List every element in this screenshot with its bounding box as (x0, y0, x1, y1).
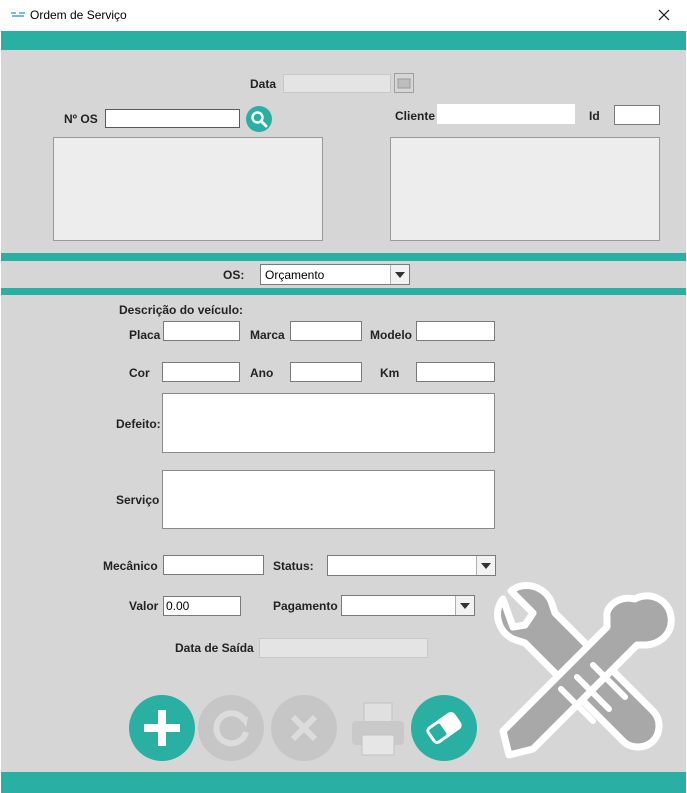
bottom-accent-bar (1, 772, 686, 793)
calendar-icon (397, 78, 411, 89)
placa-field[interactable] (163, 321, 240, 341)
client-search-field[interactable] (437, 104, 575, 124)
ano-label: Ano (250, 366, 274, 380)
add-button[interactable] (129, 695, 195, 761)
km-label: Km (380, 366, 400, 380)
pagamento-select[interactable] (341, 595, 475, 616)
close-button[interactable] (641, 0, 687, 31)
calendar-button[interactable] (394, 73, 414, 93)
vehicle-section-label: Descrição do veículo: (119, 303, 244, 317)
chevron-down-icon[interactable] (455, 596, 474, 615)
os-type-select[interactable]: Orçamento (260, 264, 410, 285)
data-label: Data (250, 77, 277, 91)
ano-field[interactable] (290, 362, 362, 382)
pagamento-label: Pagamento (273, 599, 338, 613)
cor-label: Cor (129, 366, 150, 380)
mecanico-field[interactable] (163, 555, 264, 575)
data-saida-label: Data de Saída (175, 641, 254, 655)
defeito-label: Defeito: (116, 417, 161, 431)
os-number-field[interactable] (105, 109, 240, 128)
update-button[interactable] (198, 695, 264, 761)
id-field[interactable] (614, 105, 660, 125)
wrench-spatula-icon (494, 582, 675, 759)
marca-label: Marca (250, 328, 285, 342)
mecanico-label: Mecânico (103, 559, 158, 573)
printer-icon (352, 702, 404, 756)
valor-field[interactable] (163, 596, 241, 616)
delete-button[interactable] (271, 695, 337, 761)
app-icon (11, 12, 25, 17)
search-button[interactable] (246, 106, 272, 132)
search-icon (251, 111, 268, 128)
middle-accent-bar-1 (1, 253, 686, 261)
window-title: Ordem de Serviço (30, 8, 127, 22)
title-bar: Ordem de Serviço (0, 0, 687, 32)
data-field[interactable] (283, 74, 391, 93)
cor-field[interactable] (162, 362, 240, 382)
form-panel: Data Nº OS Cliente Id OS: Orçamento Desc… (1, 31, 686, 793)
valor-label: Valor (129, 599, 159, 613)
plus-icon (144, 710, 180, 746)
data-saida-field[interactable] (259, 638, 428, 658)
servico-textarea[interactable] (162, 470, 495, 529)
client-label: Cliente (395, 109, 436, 123)
defeito-textarea[interactable] (162, 393, 495, 453)
middle-accent-bar-2 (1, 288, 686, 295)
clear-button[interactable] (411, 695, 477, 761)
refresh-icon (213, 710, 249, 747)
km-field[interactable] (416, 362, 495, 382)
os-type-label: OS: (223, 268, 245, 282)
os-type-selected: Orçamento (265, 268, 325, 282)
chevron-down-icon[interactable] (390, 265, 409, 284)
os-number-label: Nº OS (64, 112, 98, 126)
x-icon (290, 714, 318, 742)
top-accent-bar (1, 31, 686, 50)
id-label: Id (589, 109, 600, 123)
status-select[interactable] (327, 555, 496, 576)
modelo-field[interactable] (416, 321, 495, 341)
marca-field[interactable] (290, 321, 362, 341)
status-label: Status: (273, 559, 314, 573)
print-button[interactable] (346, 699, 408, 759)
client-table[interactable] (390, 137, 660, 241)
modelo-label: Modelo (370, 328, 412, 342)
os-table[interactable] (53, 137, 323, 241)
eraser-icon (426, 712, 462, 744)
servico-label: Serviço (116, 493, 160, 507)
placa-label: Placa (129, 328, 161, 342)
close-icon (658, 9, 670, 21)
